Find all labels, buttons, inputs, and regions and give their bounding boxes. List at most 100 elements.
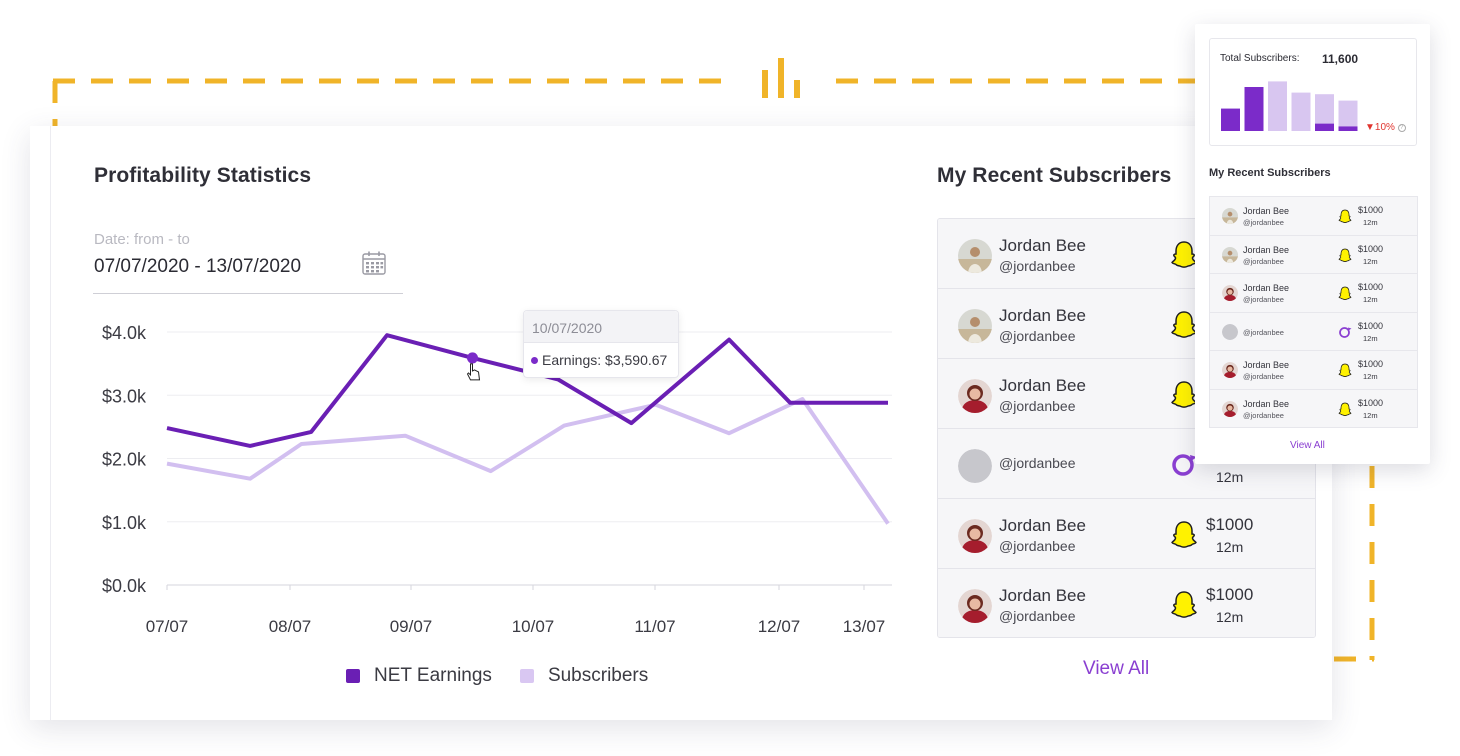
mini-bar <box>1291 92 1311 131</box>
subscriber-row[interactable]: Jordan Bee @jordanbee $1000 12m <box>938 569 1315 637</box>
legend-swatch-net <box>346 669 360 683</box>
mini-subscriber-time: 12m <box>1363 333 1378 343</box>
series-line-subscribers <box>166 397 890 525</box>
tooltip-date: 10/07/2020 <box>524 311 678 343</box>
snapchat-icon <box>1338 208 1352 224</box>
mini-bar-fill <box>1338 126 1358 131</box>
snapchat-icon <box>1338 401 1352 417</box>
change-value: ▼10% <box>1365 122 1395 133</box>
snapchat-icon <box>1170 309 1198 339</box>
mini-subscriber-time: 12m <box>1363 295 1378 304</box>
subscriber-name: Jordan Bee <box>999 586 1086 605</box>
avatar <box>1222 285 1238 301</box>
x-tick-label: 07/07 <box>146 617 189 636</box>
legend-item-net-earnings[interactable]: NET Earnings <box>346 665 492 687</box>
legend-item-subscribers[interactable]: Subscribers <box>519 665 649 687</box>
onlyfans-icon <box>1170 449 1198 479</box>
avatar <box>1222 246 1238 263</box>
subscriber-handle: @jordanbee <box>999 538 1076 554</box>
view-all-link[interactable]: View All <box>1083 658 1149 680</box>
mini-bar-fill <box>1221 108 1240 131</box>
snapchat-icon <box>1338 247 1352 263</box>
mini-subscriber-row[interactable]: Jordan Bee @jordanbee $1000 12m <box>1210 389 1417 427</box>
avatar <box>958 379 992 413</box>
tooltip-text: Earnings: $3,590.67 <box>542 352 668 368</box>
snapchat-icon <box>1338 362 1352 378</box>
x-tick-label: 11/07 <box>634 617 675 636</box>
x-tick-label: 09/07 <box>390 617 433 636</box>
mini-bar <box>1268 81 1287 131</box>
mini-subscriber-amount: $1000 <box>1358 320 1384 331</box>
avatar <box>958 519 992 553</box>
mini-subscriber-amount: $1000 <box>1358 205 1384 215</box>
subscriber-name: Jordan Bee <box>999 516 1086 535</box>
avatar <box>958 589 992 623</box>
subscriber-amount: $1000 <box>1206 585 1254 604</box>
mini-subscriber-handle: @jordanbee <box>1243 372 1284 381</box>
total-subscribers-panel: Total Subscribers: 11,600 ▼10% ? <box>1209 38 1417 146</box>
mini-recent-title: My Recent Subscribers <box>1209 167 1331 179</box>
mini-view-all-link[interactable]: View All <box>1290 440 1325 451</box>
mini-subscriber-row[interactable]: Jordan Bee @jordanbee $1000 12m <box>1210 235 1417 274</box>
subscribers-change-badge: ▼10% ? <box>1365 122 1406 133</box>
snapchat-icon <box>1170 239 1198 269</box>
info-icon[interactable]: ? <box>1397 124 1406 132</box>
x-tick-label: 13/07 <box>843 617 886 636</box>
avatar <box>958 239 992 273</box>
mini-subscriber-row[interactable]: Jordan Bee @jordanbee $1000 12m <box>1210 197 1417 236</box>
subscriber-amount: $1000 <box>1206 515 1254 534</box>
mini-subscriber-row[interactable]: @jordanbee $1000 12m <box>1210 312 1417 351</box>
chart-legend: NET Earnings Subscribers <box>346 665 676 687</box>
avatar <box>958 309 992 343</box>
y-tick-label: $4.0k <box>102 323 147 343</box>
mini-subscriber-amount: $1000 <box>1358 397 1384 408</box>
snapchat-icon <box>1170 589 1198 619</box>
mini-subscriber-time: 12m <box>1363 218 1378 227</box>
mini-subscriber-handle: @jordanbee <box>1243 256 1284 266</box>
avatar <box>1222 362 1238 378</box>
legend-label-net: NET Earnings <box>374 665 492 686</box>
y-tick-label: $3.0k <box>102 386 147 406</box>
mini-recent-list: Jordan Bee @jordanbee $1000 12m Jordan B… <box>1209 196 1418 428</box>
tooltip-value: Earnings: $3,590.67 <box>524 343 678 368</box>
mini-subscriber-amount: $1000 <box>1358 243 1384 254</box>
avatar <box>958 449 992 483</box>
mini-subscriber-handle: @jordanbee <box>1243 410 1284 420</box>
x-tick-label: 10/07 <box>512 617 555 636</box>
mini-subscriber-name: Jordan Bee <box>1243 360 1290 370</box>
subscriber-time: 12m <box>1216 539 1244 555</box>
subscriber-row[interactable]: Jordan Bee @jordanbee $1000 12m <box>938 499 1315 569</box>
mini-subscriber-name: Jordan Bee <box>1243 244 1290 255</box>
subscriber-handle: @jordanbee <box>999 258 1076 274</box>
mini-subscriber-handle: @jordanbee <box>1243 218 1284 227</box>
mini-bar-fill <box>1315 123 1334 131</box>
mini-subscriber-amount: $1000 <box>1358 359 1384 369</box>
subscriber-time: 12m <box>1216 469 1244 485</box>
mini-subscriber-handle: @jordanbee <box>1243 295 1284 304</box>
subscriber-handle: @jordanbee <box>999 455 1076 471</box>
mini-subscriber-name: Jordan Bee <box>1243 206 1290 216</box>
legend-swatch-subs <box>519 669 534 683</box>
mini-subscriber-name: Jordan Bee <box>1243 283 1290 293</box>
mini-bar-fill <box>1244 87 1264 131</box>
mini-subscriber-time: 12m <box>1363 372 1378 381</box>
mini-subscriber-name: Jordan Bee <box>1243 398 1290 409</box>
mini-subscriber-handle: @jordanbee <box>1243 327 1284 337</box>
x-tick-label: 08/07 <box>269 617 312 636</box>
legend-label-subs: Subscribers <box>547 665 649 686</box>
mini-subscriber-row[interactable]: Jordan Bee @jordanbee $1000 12m <box>1210 351 1417 390</box>
chart-tooltip: 10/07/2020 Earnings: $3,590.67 <box>523 310 679 378</box>
snapchat-icon <box>1170 519 1198 549</box>
mini-subscriber-row[interactable]: Jordan Bee @jordanbee $1000 12m <box>1210 274 1417 313</box>
tooltip-series-dot <box>531 357 538 364</box>
recent-subscribers-title: My Recent Subscribers <box>937 164 1172 187</box>
hover-point[interactable] <box>467 352 478 364</box>
x-tick-label: 12/07 <box>758 617 801 636</box>
subscriber-name: Jordan Bee <box>999 236 1086 255</box>
mini-subscribers-card: Total Subscribers: 11,600 ▼10% ? My Rece… <box>1195 24 1430 464</box>
bar-chart-decoration-icon <box>762 58 800 98</box>
mini-subscriber-time: 12m <box>1363 256 1378 266</box>
subscriber-handle: @jordanbee <box>999 328 1076 344</box>
mini-subscriber-time: 12m <box>1363 410 1378 420</box>
y-tick-label: $2.0k <box>102 450 147 470</box>
